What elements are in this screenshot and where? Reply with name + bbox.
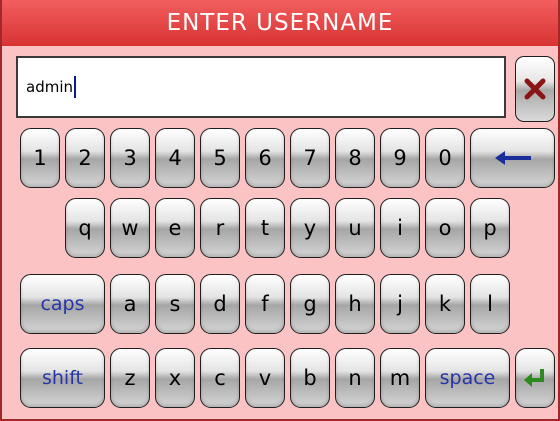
key-h[interactable]: h <box>335 274 375 334</box>
backspace-button[interactable] <box>470 128 555 188</box>
key-b[interactable]: b <box>290 348 330 408</box>
key-g[interactable]: g <box>290 274 330 334</box>
key-l[interactable]: l <box>470 274 510 334</box>
key-t[interactable]: t <box>245 198 285 258</box>
key-u[interactable]: u <box>335 198 375 258</box>
close-button[interactable] <box>515 56 555 122</box>
key-o[interactable]: o <box>425 198 465 258</box>
key-0[interactable]: 0 <box>425 128 465 188</box>
key-4[interactable]: 4 <box>155 128 195 188</box>
key-y[interactable]: y <box>290 198 330 258</box>
key-j[interactable]: j <box>380 274 420 334</box>
key-p[interactable]: p <box>470 198 510 258</box>
key-c[interactable]: c <box>200 348 240 408</box>
key-1[interactable]: 1 <box>20 128 60 188</box>
key-w[interactable]: w <box>110 198 150 258</box>
key-q[interactable]: q <box>65 198 105 258</box>
asdf-row: caps a s d f g h j k l <box>2 274 558 334</box>
qwerty-row: q w e r t y u i o p <box>2 198 558 258</box>
text-cursor <box>74 76 76 98</box>
caps-button[interactable]: caps <box>20 274 105 334</box>
key-z[interactable]: z <box>110 348 150 408</box>
key-v[interactable]: v <box>245 348 285 408</box>
dialog-title: ENTER USERNAME <box>2 0 558 46</box>
key-f[interactable]: f <box>245 274 285 334</box>
key-9[interactable]: 9 <box>380 128 420 188</box>
shift-button[interactable]: shift <box>20 348 105 408</box>
space-button[interactable]: space <box>425 348 510 408</box>
key-r[interactable]: r <box>200 198 240 258</box>
username-input[interactable]: admin <box>16 56 506 118</box>
key-8[interactable]: 8 <box>335 128 375 188</box>
username-input-value: admin <box>26 78 73 96</box>
key-m[interactable]: m <box>380 348 420 408</box>
key-n[interactable]: n <box>335 348 375 408</box>
key-2[interactable]: 2 <box>65 128 105 188</box>
key-k[interactable]: k <box>425 274 465 334</box>
key-x[interactable]: x <box>155 348 195 408</box>
key-6[interactable]: 6 <box>245 128 285 188</box>
username-dialog: ENTER USERNAME admin 1 2 3 4 5 6 7 8 9 0… <box>0 0 560 421</box>
key-d[interactable]: d <box>200 274 240 334</box>
zxcv-row: shift z x c v b n m space <box>2 348 558 408</box>
enter-button[interactable] <box>515 348 555 408</box>
left-arrow-icon <box>494 151 531 165</box>
key-i[interactable]: i <box>380 198 420 258</box>
key-s[interactable]: s <box>155 274 195 334</box>
key-7[interactable]: 7 <box>290 128 330 188</box>
key-3[interactable]: 3 <box>110 128 150 188</box>
key-5[interactable]: 5 <box>200 128 240 188</box>
key-a[interactable]: a <box>110 274 150 334</box>
key-e[interactable]: e <box>155 198 195 258</box>
number-row: 1 2 3 4 5 6 7 8 9 0 <box>2 128 558 188</box>
close-x-icon <box>524 78 546 100</box>
enter-return-icon <box>524 369 544 387</box>
